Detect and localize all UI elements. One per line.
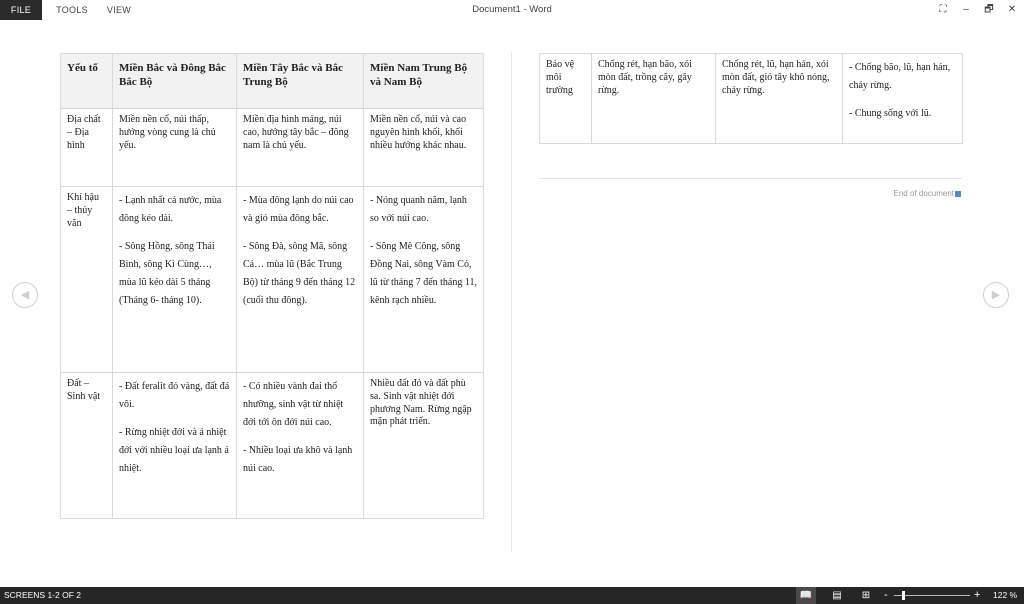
cell-paragraph: - Rừng nhiệt đới và á nhiệt đới với nhiề… [119,427,229,474]
cell-paragraph: - Chung sống với lũ. [849,108,932,119]
table-cell: - Mùa đông lạnh do núi cao và gió mùa đô… [236,186,364,373]
cell-paragraph: - Sông Mê Công, sông Đồng Nai, sông Vàm … [370,241,477,306]
screen-count: SCREENS 1-2 OF 2 [4,590,81,600]
header-cell: Miền Bắc và Đông Bắc Bắc Bộ [112,53,237,109]
zoom-slider-thumb[interactable] [902,591,905,600]
web-layout-icon[interactable]: ⊞ [857,587,875,604]
table-cell: Miền nền cổ, núi thấp, hướng vòng cung l… [112,108,237,187]
header-cell: Miền Nam Trung Bộ và Nam Bộ [363,53,484,109]
table-cell: Miền nền cổ, núi và cao nguyên hình khối… [363,108,484,187]
header-cell: Yếu tố [60,53,113,109]
header-cell: Miền Tây Bắc và Bắc Trung Bộ [236,53,364,109]
tools-menu[interactable]: TOOLS [50,0,94,20]
row-label: Khí hậu – thủy văn [60,186,113,373]
print-layout-icon[interactable]: ▤ [828,587,846,604]
cell-paragraph: - Sông Hồng, sông Thái Bình, sông Kì Cùn… [119,241,215,306]
row-label: Đất – Sinh vật [60,372,113,519]
table-cell: - Nóng quanh năm, lạnh so với núi cao. -… [363,186,484,373]
view-menu[interactable]: VIEW [100,0,138,20]
cell-paragraph: - Đất feralit đỏ vàng, đất đá vôi. [119,381,230,410]
cell-paragraph: - Sông Đà, sông Mã, sông Cả… mùa lũ (Bắc… [243,241,356,306]
file-menu[interactable]: FILE [0,0,42,20]
comparison-table: Yếu tố Miền Bắc và Đông Bắc Bắc Bộ Miền … [60,53,484,519]
table-row: Khí hậu – thủy văn - Lạnh nhất cả nước, … [60,186,484,373]
continuation-table: Bảo vệ môi trường Chống rét, hạn bão, xó… [539,53,963,144]
row-label: Địa chất – Địa hình [60,108,113,187]
table-cell: Chống rét, hạn bão, xói mòn đất, trồng c… [591,53,716,144]
cell-paragraph: - Có nhiều vành đai thổ nhưỡng, sinh vật… [243,381,344,428]
cell-paragraph: - Chống bão, lũ, hạn hán, cháy rừng. [849,62,951,91]
table-cell: Miền địa hình mảng, núi cao, hướng tây b… [236,108,364,187]
row-label: Bảo vệ môi trường [539,53,592,144]
previous-screen-icon[interactable]: ◀ [12,282,38,308]
table-header-row: Yếu tố Miền Bắc và Đông Bắc Bắc Bộ Miền … [60,53,484,109]
table-cell: - Chống bão, lũ, hạn hán, cháy rừng. - C… [842,53,963,144]
table-cell: - Lạnh nhất cả nước, mùa đông kéo dài. -… [112,186,237,373]
cell-paragraph: - Lạnh nhất cả nước, mùa đông kéo dài. [119,195,222,224]
cell-paragraph: - Mùa đông lạnh do núi cao và gió mùa đô… [243,195,354,224]
close-icon[interactable]: ✕ [1005,3,1019,17]
minimize-icon[interactable]: – [959,3,973,17]
table-row: Đất – Sinh vật - Đất feralit đỏ vàng, đấ… [60,372,484,519]
read-mode-icon[interactable]: 📖 [796,587,816,604]
next-screen-icon[interactable]: ▶ [983,282,1009,308]
zoom-slider[interactable] [894,595,970,596]
table-cell: - Có nhiều vành đai thổ nhưỡng, sinh vật… [236,372,364,519]
restore-icon[interactable]: 🗗 [982,3,996,17]
title-bar: FILE TOOLS VIEW Document1 - Word ⛶ – 🗗 ✕ [0,0,1024,20]
table-cell: Nhiều đất đỏ và đất phù sa. Sinh vật nhi… [363,372,484,519]
fullscreen-icon[interactable]: ⛶ [936,3,950,17]
table-row: Địa chất – Địa hình Miền nền cổ, núi thấ… [60,108,484,187]
cell-paragraph: - Nhiều loại ưa khô và lạnh núi cao. [243,445,353,474]
table-cell: Chống rét, lũ, hạn hán, xói mòn đất, gió… [715,53,843,144]
end-divider [539,178,962,179]
table-row: Bảo vệ môi trường Chống rét, hạn bão, xó… [539,53,963,144]
end-marker-icon [955,191,961,197]
zoom-level[interactable]: 122 % [993,587,1017,604]
document-title: Document1 - Word [472,4,552,15]
status-bar: SCREENS 1-2 OF 2 📖 ▤ ⊞ - + 122 % [0,587,1024,604]
end-of-document-label: End of document [893,189,954,198]
zoom-out-button[interactable]: - [884,587,888,604]
cell-paragraph: - Nóng quanh năm, lạnh so với núi cao. [370,195,467,224]
table-cell: - Đất feralit đỏ vàng, đất đá vôi. - Rừn… [112,372,237,519]
page-divider [511,52,512,552]
zoom-in-button[interactable]: + [974,587,980,604]
